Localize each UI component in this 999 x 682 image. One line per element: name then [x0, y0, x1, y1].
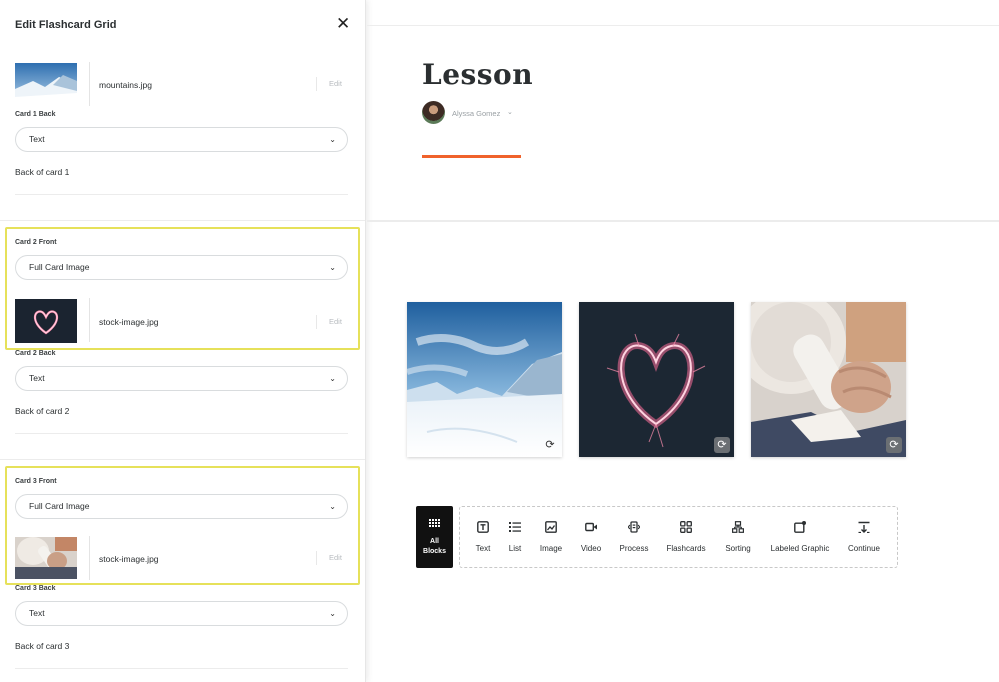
block-continue-button[interactable]: Continue	[846, 507, 882, 567]
thumbnail-divider	[89, 62, 90, 106]
flashcard-elderly-woman-phone[interactable]: ⟳	[751, 302, 906, 457]
card1-back-type-value: Text	[29, 134, 45, 144]
chevron-down-icon: ⌄	[329, 135, 336, 144]
refresh-icon[interactable]: ⟳	[886, 437, 902, 453]
labeled-graphic-icon	[794, 521, 806, 533]
close-icon[interactable]: ✕	[336, 15, 350, 33]
all-blocks-label: All Blocks	[416, 537, 453, 557]
block-label: Text	[475, 544, 491, 553]
block-label: Video	[580, 544, 602, 553]
card1-edit-link[interactable]: Edit	[316, 77, 342, 91]
card3-edit-link[interactable]: Edit	[316, 551, 342, 565]
chevron-down-icon: ⌄	[329, 609, 336, 618]
continue-icon	[858, 521, 870, 533]
block-text-button[interactable]: Text	[472, 507, 494, 567]
flashcard-mountains[interactable]: ⟳	[407, 302, 562, 457]
block-list-button[interactable]: List	[504, 507, 526, 567]
block-labeled-graphic-button[interactable]: Labeled Graphic	[768, 507, 832, 567]
block-label: Process	[619, 544, 649, 553]
card2-front-type-select[interactable]: Full Card Image ⌄	[15, 255, 348, 280]
card3-front-type-select[interactable]: Full Card Image ⌄	[15, 494, 348, 519]
block-process-button[interactable]: Process	[617, 507, 651, 567]
sorting-icon	[732, 521, 744, 533]
card2-edit-link[interactable]: Edit	[316, 315, 342, 329]
card3-back-type-value: Text	[29, 608, 45, 618]
video-icon	[585, 522, 597, 532]
grid-icon	[429, 519, 440, 527]
card2-back-type-value: Text	[29, 373, 45, 383]
card3-back-type-select[interactable]: Text ⌄	[15, 601, 348, 626]
card2-front-label: Card 2 Front	[15, 239, 57, 246]
flashcard-sparkler-heart[interactable]: ⟳	[579, 302, 734, 457]
card3-back-label: Card 3 Back	[15, 585, 56, 592]
all-blocks-label-line2: Blocks	[423, 548, 446, 555]
chevron-down-icon: ⌄	[329, 502, 336, 511]
all-blocks-button[interactable]: All Blocks	[416, 506, 453, 568]
card3-front-thumbnail[interactable]	[15, 537, 77, 579]
card2-front-type-value: Full Card Image	[29, 262, 90, 272]
section-divider	[0, 459, 365, 460]
card2-back-text[interactable]: Back of card 2	[15, 406, 348, 434]
card1-back-text[interactable]: Back of card 1	[15, 167, 348, 195]
card3-back-text[interactable]: Back of card 3	[15, 641, 348, 669]
flashcards-icon	[680, 521, 692, 533]
lesson-title: Lesson	[422, 58, 534, 91]
block-label: Image	[539, 544, 563, 553]
card3-file-name: stock-image.jpg	[99, 554, 159, 564]
block-label: Continue	[847, 544, 881, 553]
edit-flashcard-panel: Edit Flashcard Grid ✕ mountains.jpg Edit…	[0, 0, 366, 682]
card1-front-thumbnail[interactable]	[15, 63, 77, 105]
header-divider	[367, 25, 999, 26]
card3-front-label: Card 3 Front	[15, 478, 57, 485]
card3-front-type-value: Full Card Image	[29, 501, 90, 511]
block-label: Labeled Graphic	[770, 544, 830, 553]
block-sorting-button[interactable]: Sorting	[722, 507, 754, 567]
block-insert-bar: Text List Image Video Process Flashcards…	[459, 506, 898, 568]
block-image-button[interactable]: Image	[537, 507, 565, 567]
card2-file-name: stock-image.jpg	[99, 317, 159, 327]
card1-back-label: Card 1 Back	[15, 111, 56, 118]
thumbnail-divider	[89, 536, 90, 580]
chevron-down-icon[interactable]: ⌄	[507, 108, 513, 116]
process-icon	[628, 521, 640, 533]
block-label: Sorting	[725, 544, 751, 553]
all-blocks-label-line1: All	[430, 538, 439, 545]
card1-file-name: mountains.jpg	[99, 80, 152, 90]
panel-title: Edit Flashcard Grid	[15, 19, 117, 31]
author-avatar	[422, 101, 445, 124]
author-name[interactable]: Alyssa Gomez	[452, 109, 500, 118]
chevron-down-icon: ⌄	[329, 374, 336, 383]
card2-back-label: Card 2 Back	[15, 350, 56, 357]
content-divider	[367, 220, 999, 222]
text-block-icon	[477, 521, 489, 533]
refresh-icon[interactable]: ⟳	[714, 437, 730, 453]
image-icon	[545, 521, 557, 533]
block-flashcards-button[interactable]: Flashcards	[666, 507, 706, 567]
chevron-down-icon: ⌄	[329, 263, 336, 272]
thumbnail-divider	[89, 298, 90, 342]
card1-back-type-select[interactable]: Text ⌄	[15, 127, 348, 152]
block-label: List	[508, 544, 522, 553]
section-divider	[0, 220, 365, 221]
block-video-button[interactable]: Video	[577, 507, 605, 567]
list-icon	[509, 522, 521, 532]
card2-back-type-select[interactable]: Text ⌄	[15, 366, 348, 391]
refresh-icon[interactable]: ⟳	[542, 437, 558, 453]
card2-front-thumbnail[interactable]	[15, 299, 77, 343]
block-label: Flashcards	[666, 544, 706, 553]
title-accent-bar	[422, 155, 521, 158]
